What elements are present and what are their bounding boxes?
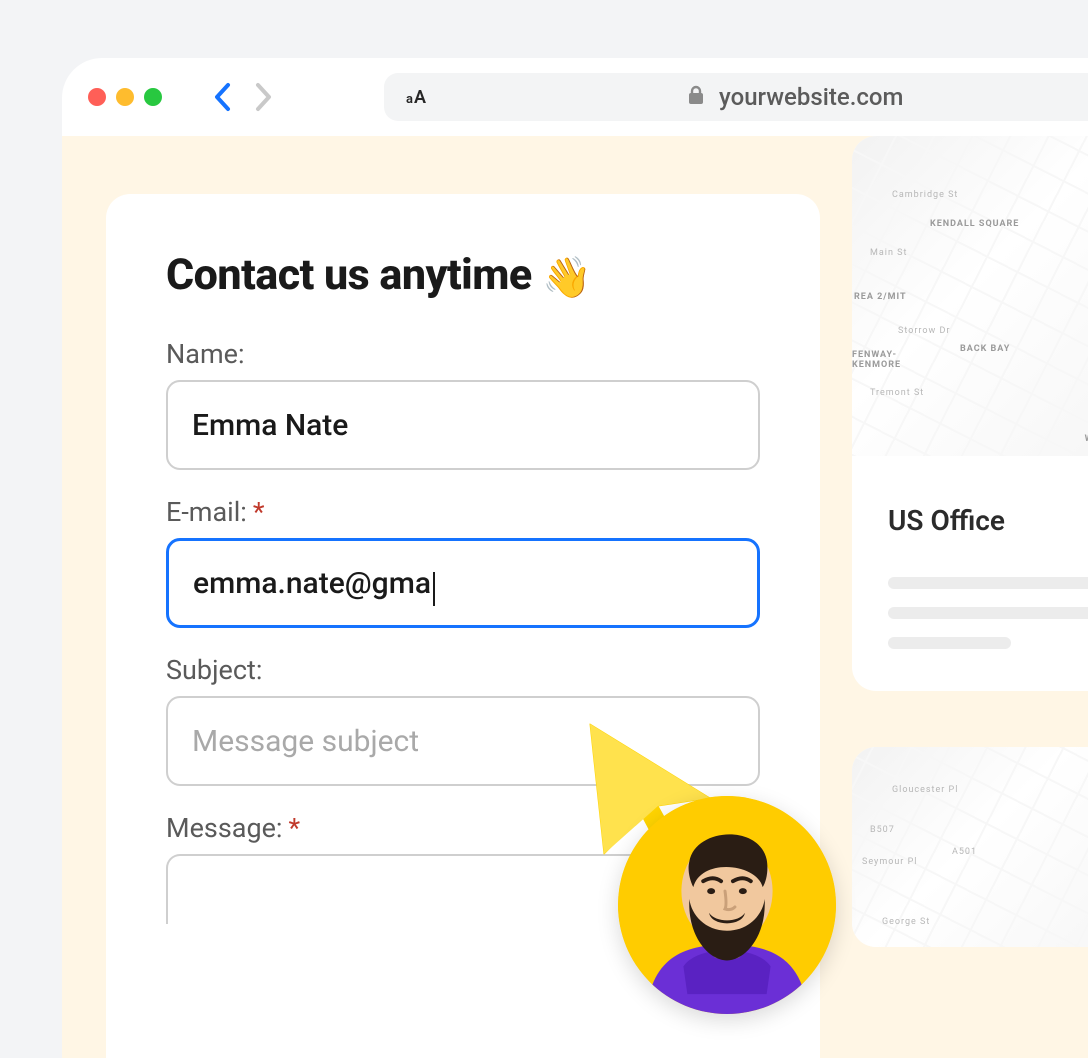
map-thumbnail[interactable]: Ulster Terra Gloucester Pl A501 B507 Sey… bbox=[852, 747, 1088, 947]
text-caret bbox=[433, 572, 435, 606]
map-label: FENWAY-KENMORE bbox=[852, 350, 916, 370]
contact-form-card: Contact us anytime 👋 Name: E-mail: * bbox=[106, 194, 820, 1058]
sidebar: CHARL BUNKER H Cambridge St KENDALL SQUA… bbox=[852, 136, 1088, 947]
wave-emoji: 👋 bbox=[542, 254, 591, 301]
skeleton-line bbox=[888, 637, 1011, 649]
field-subject: Subject: bbox=[166, 654, 760, 786]
label-subject: Subject: bbox=[166, 654, 760, 686]
map-label: B507 bbox=[870, 825, 895, 835]
map-label: SOUTH OF WASHINGTON bbox=[1074, 424, 1088, 444]
window-controls bbox=[88, 88, 162, 106]
skeleton-line bbox=[888, 577, 1088, 589]
field-name: Name: bbox=[166, 338, 760, 470]
nav-arrows bbox=[212, 82, 274, 112]
url-display: yourwebsite.com bbox=[687, 83, 903, 111]
name-input[interactable] bbox=[166, 380, 760, 470]
map-label: Storrow Dr bbox=[898, 326, 950, 336]
map-label: Main St bbox=[870, 248, 907, 258]
label-email-text: E-mail: bbox=[166, 496, 247, 528]
map-label: Gloucester Pl bbox=[892, 785, 958, 795]
map-label: KENDALL SQUARE bbox=[930, 220, 1019, 230]
label-message-text: Message: bbox=[166, 812, 282, 844]
map-label: A501 bbox=[952, 847, 977, 857]
map-label: George St bbox=[882, 917, 930, 927]
office-card-2: Ulster Terra Gloucester Pl A501 B507 Sey… bbox=[852, 747, 1088, 947]
office-title: US Office bbox=[888, 504, 1088, 537]
office-card-us: CHARL BUNKER H Cambridge St KENDALL SQUA… bbox=[852, 136, 1088, 691]
map-thumbnail[interactable]: CHARL BUNKER H Cambridge St KENDALL SQUA… bbox=[852, 136, 1088, 456]
field-email: E-mail: * emma.nate@gma bbox=[166, 496, 760, 628]
browser-window: aA yourwebsite.com Contact us anytime 👋 bbox=[62, 58, 1088, 1058]
text-size-control[interactable]: aA bbox=[406, 87, 427, 108]
office-info: US Office bbox=[852, 456, 1088, 691]
window-zoom-button[interactable] bbox=[144, 88, 162, 106]
email-input-value: emma.nate@gma bbox=[193, 566, 431, 601]
label-name: Name: bbox=[166, 338, 760, 370]
required-star: * bbox=[288, 815, 300, 842]
window-close-button[interactable] bbox=[88, 88, 106, 106]
email-input[interactable]: emma.nate@gma bbox=[166, 538, 760, 628]
window-minimize-button[interactable] bbox=[116, 88, 134, 106]
lock-icon bbox=[687, 83, 705, 111]
page-title: Contact us anytime 👋 bbox=[166, 250, 760, 300]
label-subject-text: Subject: bbox=[166, 654, 262, 686]
label-name-text: Name: bbox=[166, 338, 244, 370]
skeleton-line bbox=[888, 607, 1088, 619]
nav-back-button[interactable] bbox=[212, 82, 234, 112]
map-label: Cambridge St bbox=[892, 190, 958, 200]
message-input[interactable] bbox=[166, 854, 760, 924]
field-message: Message: * bbox=[166, 812, 760, 924]
url-text: yourwebsite.com bbox=[719, 83, 903, 111]
address-bar[interactable]: aA yourwebsite.com bbox=[384, 73, 1088, 121]
map-label: REA 2/MIT bbox=[854, 292, 907, 302]
app-stage: aA yourwebsite.com Contact us anytime 👋 bbox=[0, 0, 1088, 988]
map-label: BACK BAY bbox=[960, 344, 1010, 354]
page-viewport: Contact us anytime 👋 Name: E-mail: * bbox=[62, 136, 1088, 1058]
map-label: Tremont St bbox=[870, 388, 924, 398]
page-title-text: Contact us anytime bbox=[166, 250, 532, 300]
label-message: Message: * bbox=[166, 812, 760, 844]
label-email: E-mail: * bbox=[166, 496, 760, 528]
required-star: * bbox=[253, 499, 265, 526]
subject-input[interactable] bbox=[166, 696, 760, 786]
map-label: Seymour Pl bbox=[862, 857, 917, 867]
nav-forward-button[interactable] bbox=[252, 82, 274, 112]
browser-chrome: aA yourwebsite.com bbox=[62, 58, 1088, 136]
